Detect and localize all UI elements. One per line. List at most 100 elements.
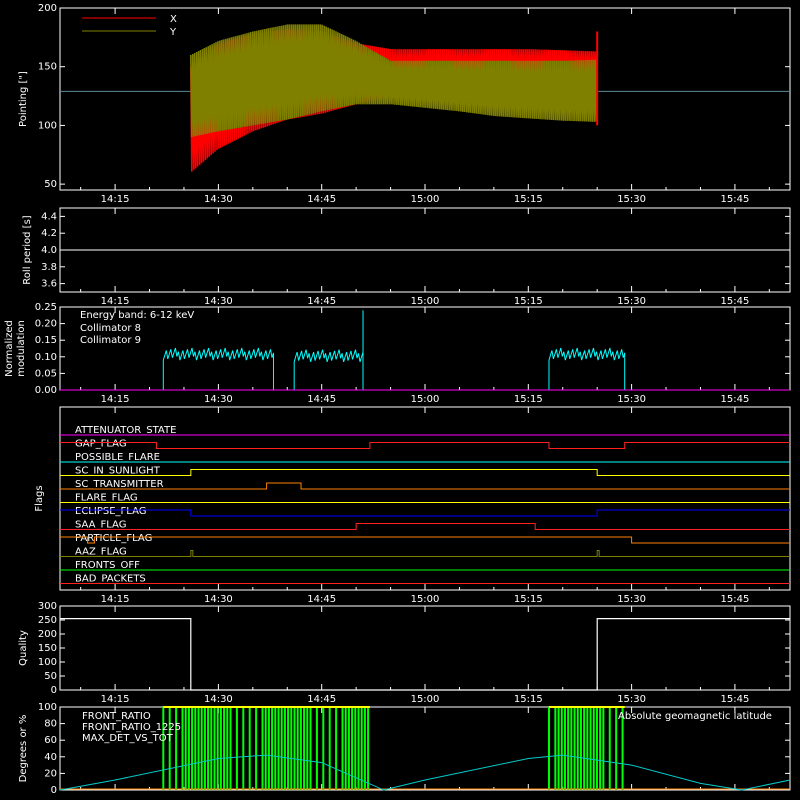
- flag-line-sc_transmitter: [60, 482, 790, 490]
- geomagnetic-latitude-annotation: Absolute geomagnetic latitude: [618, 711, 772, 722]
- y-axis-label: Pointing ["]: [18, 71, 29, 127]
- y-tick-label: 150: [38, 643, 57, 654]
- y-tick-label: 4.0: [41, 245, 57, 256]
- x-tick-label: 15:15: [514, 694, 543, 705]
- x-tick-label: 15:15: [514, 594, 543, 605]
- legend-label-y: Y: [169, 27, 177, 38]
- flag-line-particle_flag: [60, 536, 790, 544]
- y-axis-label-line1: Normalized: [4, 320, 15, 377]
- x-tick-label: 14:30: [204, 394, 233, 405]
- y-tick-label: 250: [38, 615, 57, 626]
- x-tick-label: 14:15: [101, 394, 130, 405]
- x-tick-label: 15:30: [617, 394, 646, 405]
- y-tick-label: 80: [44, 719, 57, 730]
- x-tick-label: 15:15: [514, 296, 543, 307]
- x-tick-label: 15:30: [617, 694, 646, 705]
- x-tick-label: 15:30: [617, 594, 646, 605]
- y-tick-label: 60: [44, 735, 57, 746]
- y-tick-label: 50: [44, 179, 57, 190]
- y-tick-label: 200: [38, 3, 57, 14]
- flag-line-gap_flag: [60, 442, 790, 449]
- energy-band-annotation: Energy band: 6-12 keV: [80, 310, 194, 321]
- y-tick-label: 100: [38, 120, 57, 131]
- y-axis-label: modulation: [16, 320, 27, 377]
- y-tick-label: 0.05: [35, 368, 57, 379]
- series-y: [190, 24, 598, 138]
- flag-line-aaz_flag: [60, 550, 790, 557]
- y-tick-label: 300: [38, 601, 57, 612]
- y-axis-label: Degrees or %: [18, 715, 29, 783]
- x-tick-label: 15:00: [411, 296, 440, 307]
- y-tick-label: 0.15: [35, 335, 57, 346]
- legend-label-collimator-9: Collimator 9: [80, 335, 141, 346]
- flag-label-gap_flag: GAP_FLAG: [75, 439, 127, 450]
- legend-label-collimator-8: Collimator 8: [80, 323, 141, 334]
- x-tick-label: 15:00: [411, 594, 440, 605]
- x-tick-label: 15:00: [411, 694, 440, 705]
- flag-label-bad_packets: BAD_PACKETS: [75, 574, 146, 585]
- x-tick-label: 15:45: [720, 694, 749, 705]
- flag-line-eclipse_flag: [60, 509, 790, 517]
- y-tick-label: 4.2: [41, 228, 57, 239]
- x-tick-label: 15:45: [720, 594, 749, 605]
- y-tick-label: 150: [38, 62, 57, 73]
- flag-label-particle_flag: PARTICLE_FLAG: [75, 533, 152, 544]
- y-tick-label: 20: [44, 768, 57, 779]
- x-tick-label: 15:45: [720, 296, 749, 307]
- y-tick-label: 0.20: [35, 319, 57, 330]
- y-axis-label: Roll period [s]: [22, 215, 33, 284]
- x-tick-label: 14:45: [307, 394, 336, 405]
- x-tick-label: 15:00: [411, 394, 440, 405]
- y-axis-label: Quality: [18, 630, 29, 666]
- flag-line-sc_in_sunlight: [60, 469, 790, 476]
- flag-label-saa_flag: SAA_FLAG: [75, 520, 126, 531]
- x-tick-label: 15:45: [720, 394, 749, 405]
- y-tick-label: 0.00: [35, 385, 57, 396]
- y-tick-label: 4.4: [41, 211, 57, 222]
- y-tick-label: 3.6: [41, 279, 57, 290]
- x-tick-label: 14:30: [204, 194, 233, 205]
- x-tick-label: 15:30: [617, 194, 646, 205]
- y-tick-label: 100: [38, 657, 57, 668]
- x-tick-label: 14:45: [307, 194, 336, 205]
- y-tick-label: 0.10: [35, 352, 57, 363]
- legend-label-front_ratio_1225: FRONT_RATIO_1225: [82, 722, 181, 733]
- quality-line: [60, 618, 790, 691]
- y-tick-label: 50: [44, 671, 57, 682]
- x-tick-label: 15:30: [617, 296, 646, 307]
- x-tick-label: 15:15: [514, 194, 543, 205]
- legend-label-max_det_vs_tot: MAX_DET_VS_TOT: [82, 733, 174, 744]
- x-tick-label: 14:30: [204, 594, 233, 605]
- x-tick-label: 14:45: [307, 296, 336, 307]
- flag-label-sc_transmitter: SC_TRANSMITTER: [75, 479, 164, 490]
- flag-label-attenuator_state: ATTENUATOR_STATE: [75, 425, 176, 436]
- flag-label-sc_in_sunlight: SC_IN_SUNLIGHT: [75, 466, 161, 477]
- flag-label-possible_flare: POSSIBLE_FLARE: [75, 452, 160, 463]
- flag-line-saa_flag: [60, 523, 790, 530]
- chart-canvas: 14:15 14:30 14:45 15:00 15:15 15:30 15:45 14:15…: [4, 3, 791, 796]
- y-axis-label: Flags: [34, 485, 45, 511]
- x-tick-label: 14:30: [204, 694, 233, 705]
- flag-label-flare_flag: FLARE_FLAG: [75, 493, 138, 504]
- collimator-8-segment: [162, 347, 274, 391]
- collimator-8-segment: [293, 349, 364, 391]
- legend-label-x: X: [170, 14, 177, 25]
- x-tick-label: 14:15: [101, 194, 130, 205]
- series-line-y: [190, 24, 598, 138]
- y-tick-label: 3.8: [41, 262, 57, 273]
- collimator-8-segment: [548, 347, 626, 391]
- x-tick-label: 15:15: [514, 394, 543, 405]
- flag-label-fronts_off: FRONTS_OFF: [75, 560, 140, 571]
- y-tick-label: 0.25: [35, 302, 57, 313]
- flag-label-eclipse_flag: ECLIPSE_FLAG: [75, 506, 146, 517]
- y-tick-label: 0: [51, 785, 57, 796]
- x-tick-label: 14:45: [307, 694, 336, 705]
- y-tick-label: 40: [44, 752, 57, 763]
- x-tick-label: 15:45: [720, 194, 749, 205]
- x-tick-label: 14:30: [204, 296, 233, 307]
- x-tick-label: 15:00: [411, 194, 440, 205]
- x-tick-label: 14:15: [101, 694, 130, 705]
- legend-label-front_ratio: FRONT_RATIO: [82, 711, 151, 722]
- x-tick-label: 14:15: [101, 594, 130, 605]
- y-tick-label: 0: [51, 685, 57, 696]
